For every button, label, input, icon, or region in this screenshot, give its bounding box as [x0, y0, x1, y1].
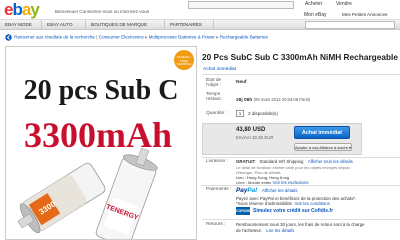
buy-now-button[interactable]: Achat immédiat	[294, 126, 350, 139]
temps-value: 28j 08h	[236, 98, 253, 103]
price-approx: Environ 32,50 EUR	[236, 135, 274, 140]
acheter-link[interactable]: Acheter	[305, 1, 322, 7]
quantity-input[interactable]: 1	[236, 110, 244, 117]
paypal-pal: Pal	[247, 187, 257, 194]
logo-letter-y: y	[30, 0, 40, 19]
paypal-pay: Pay	[236, 187, 248, 194]
mon-ebay-link[interactable]: Mon eBay	[304, 12, 327, 18]
shipping-method: Standard Int'l Shipping	[259, 159, 304, 164]
returns-text-1: Remboursement sous 30 jours, les frais d…	[236, 222, 365, 227]
livraison-label: Livraison :	[206, 159, 228, 164]
image-headline: 20 pcs Sub C	[24, 75, 179, 106]
vendre-link[interactable]: Vendre	[336, 1, 352, 7]
free-shipping-badge: TENERGY FREE SHIPPING	[174, 50, 194, 70]
temps-restant-label: Temps restant :	[206, 92, 224, 103]
quantite-label: Quantité :	[206, 111, 227, 116]
back-arrow-icon[interactable]	[5, 34, 13, 41]
welcome-text[interactable]: Bienvenue! Connectez-vous ou inscrivez-v…	[55, 9, 149, 14]
nav-ebay-auto[interactable]: EBAY AUTO	[42, 20, 86, 30]
petites-annonces-link[interactable]: Mes Petites Annonces	[342, 12, 387, 17]
achat-immediat-link[interactable]: Achat immédiat	[203, 67, 236, 72]
cofidis-icon: COFIDIS	[236, 207, 251, 215]
ebay-logo[interactable]: ebay	[4, 0, 40, 19]
returns-text-2: de l'acheteur. Lire les détails	[236, 228, 294, 233]
nav-partenaires[interactable]: PARTENAIRES	[165, 20, 214, 30]
divider	[202, 74, 400, 75]
price-value: 43,80 USD	[236, 127, 266, 133]
paypal-conditions-link[interactable]: Voir les conditions	[294, 201, 329, 206]
paypal-reserve: *Sous réserve d'admissibilité.	[236, 201, 294, 206]
crumb-rechargeable-batteries[interactable]: Rechargeable Batteries	[220, 35, 268, 40]
product-image-pane[interactable]: 20 pcs Sub C 3300mAh 3300 TENERGY	[5, 46, 197, 240]
paiements-label: Paiements :	[206, 187, 232, 192]
returns-charge: de l'acheteur.	[236, 228, 262, 233]
retours-label: Retours :	[206, 222, 226, 227]
product-photo: 20 pcs Sub C 3300mAh 3300 TENERGY	[6, 47, 196, 239]
paypal-logo: PayPal	[236, 187, 257, 194]
etat-label: État de l'objet :	[206, 78, 222, 89]
top-header: ebay Bienvenue! Connectez-vous ou inscri…	[0, 0, 400, 20]
back-to-results-link[interactable]: Retourner aux résultats de la recherche	[14, 35, 95, 40]
shipping-line: GRATUIT Standard Int'l Shipping Afficher…	[236, 159, 353, 164]
badge-text: TENERGY FREE SHIPPING	[176, 55, 192, 66]
header-search-input[interactable]	[188, 1, 294, 9]
nav-boutiques[interactable]: BOUTIQUES DE MARQUE	[86, 20, 165, 30]
temps-detail: (09 mars 2013 20:04:06 Paris)	[253, 97, 311, 102]
image-capacity: 3300mAh	[24, 115, 172, 155]
crumb-batteries-power[interactable]: Multiprocesse Batteries & Power	[149, 35, 215, 40]
breadcrumb: Retourner aux résultats de la recherche …	[5, 34, 268, 43]
shipping-details-link[interactable]: Afficher tous les détails	[308, 159, 353, 164]
paypal-details-link[interactable]: Afficher les détails	[262, 188, 298, 193]
divider	[202, 219, 400, 220]
add-to-watchlist-button[interactable]: Ajouter à vos Affaires à suivre ▾	[294, 143, 352, 151]
category-nav-bar: EBAY MODE EBAY AUTO BOUTIQUES DE MARQUE …	[0, 20, 400, 30]
divider	[202, 157, 400, 158]
temps-restant-value: 28j 08h (09 mars 2013 20:04:06 Paris)	[236, 97, 310, 103]
watch-label: Ajouter à vos Affaires à suivre	[295, 145, 348, 150]
nav-search-input[interactable]	[305, 21, 395, 29]
disponible-text: 2 disponible(s)	[248, 111, 278, 116]
etat-value: Neuf	[236, 80, 247, 85]
cofidis-link[interactable]: Simulez votre crédit sur Cofidis.fr	[253, 208, 333, 214]
paypal-desc-2: *Sous réserve d'admissibilité. Voir les …	[236, 201, 330, 206]
divider	[202, 185, 400, 186]
listing-title: 20 Pcs SubC Sub C 3300mAh NiMH Rechargea…	[202, 52, 400, 62]
nav-ebay-mode[interactable]: EBAY MODE	[0, 20, 42, 30]
crumb-consumer-electronics[interactable]: Consumer Electronics	[99, 35, 144, 40]
logo-letter-b: b	[12, 0, 22, 19]
shipping-free: GRATUIT	[236, 159, 256, 164]
returns-details-link[interactable]: Lire les détails	[266, 228, 294, 233]
